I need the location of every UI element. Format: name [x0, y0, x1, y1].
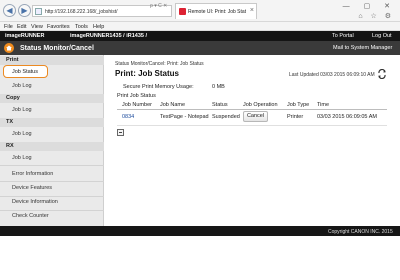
breadcrumb: Status Monitor/Cancel: Print: Job Status: [115, 61, 204, 67]
sidebar-item-device-information[interactable]: Device Information: [12, 199, 58, 205]
column-header-status: Status: [212, 102, 228, 108]
menu-favorites[interactable]: Favorites: [47, 24, 70, 30]
sidebar-item-tx-job-log[interactable]: Job Log: [12, 131, 32, 137]
sidebar-item-label: Job Status: [12, 69, 38, 75]
menu-tools[interactable]: Tools: [75, 24, 88, 30]
column-header-job-operation: Job Operation: [243, 102, 278, 108]
url-text: http://192.168.222.168/_jobshist/: [45, 9, 118, 15]
section-header: Status Monitor/Cancel Mail to System Man…: [0, 41, 400, 55]
cancel-job-button[interactable]: Cancel: [243, 111, 268, 122]
column-header-job-name: Job Name: [160, 102, 186, 108]
back-button[interactable]: ◀: [3, 4, 16, 17]
page-icon: [35, 8, 42, 15]
sidebar-item-copy-job-log[interactable]: Job Log: [12, 107, 32, 113]
refresh-icon[interactable]: [377, 68, 387, 80]
job-number-link[interactable]: 0834: [122, 114, 134, 120]
sidebar: Print Job Status Job Log Copy Job Log TX…: [0, 55, 104, 226]
sidebar-item-job-status[interactable]: Job Status: [3, 65, 48, 78]
memory-usage-label: Secure Print Memory Usage:: [123, 84, 194, 90]
menu-view[interactable]: View: [31, 24, 43, 30]
divider: [0, 181, 104, 182]
browser-tab[interactable]: Remote UI: Print: Job Status... ×: [175, 3, 257, 19]
divider: [117, 125, 387, 126]
job-status-cell: Suspended: [212, 114, 240, 120]
sidebar-category-rx: RX: [0, 142, 104, 151]
sidebar-category-tx: TX: [0, 118, 104, 127]
tab-close-icon[interactable]: ×: [250, 7, 254, 14]
sidebar-item-error-information[interactable]: Error Information: [12, 171, 53, 177]
canon-favicon-icon: [179, 8, 186, 15]
copyright-text: Copyright CANON INC. 2015: [328, 228, 393, 235]
sidebar-item-check-counter[interactable]: Check Counter: [12, 213, 49, 219]
menu-help[interactable]: Help: [93, 24, 104, 30]
job-name-cell: TestPage - Notepad: [160, 114, 209, 120]
page-title: Print: Job Status: [115, 69, 180, 78]
home-icon[interactable]: [4, 43, 14, 53]
column-header-job-type: Job Type: [287, 102, 310, 108]
divider: [0, 196, 104, 197]
to-portal-link[interactable]: To Portal: [332, 33, 354, 39]
brand-name: imageRUNNER: [5, 33, 45, 39]
divider: [0, 165, 104, 166]
mail-admin-link[interactable]: Mail to System Manager: [333, 45, 392, 51]
last-updated-text: Last Updated 03/03 2015 06:09:10 AM: [289, 72, 375, 78]
print-icon[interactable]: [117, 129, 124, 136]
sidebar-item-device-features[interactable]: Device Features: [12, 185, 52, 191]
memory-usage-value: 0 MB: [212, 84, 225, 90]
forward-button[interactable]: ▶: [18, 4, 31, 17]
tab-title: Remote UI: Print: Job Status...: [188, 9, 246, 15]
sidebar-category-print: Print: [0, 56, 104, 65]
sidebar-item-print-job-log[interactable]: Job Log: [12, 83, 32, 89]
footer: Copyright CANON INC. 2015: [0, 226, 400, 236]
job-type-cell: Printer: [287, 114, 304, 120]
page-bottom: [0, 236, 400, 280]
main-content: Status Monitor/Cancel: Print: Job Status…: [105, 55, 400, 226]
window-controls[interactable]: — ▢ ✕: [343, 2, 396, 10]
job-time-cell: 03/03 2015 06:09:05 AM: [317, 114, 377, 120]
print-job-status-heading: Print Job Status: [117, 93, 156, 99]
browser-tools-icons[interactable]: ⌂ ☆ ⚙: [358, 12, 394, 20]
browser-titlebar: ◀ ▶ http://192.168.222.168/_jobshist/ ρ …: [0, 0, 400, 22]
divider: [0, 210, 104, 211]
column-header-job-number: Job Number: [122, 102, 152, 108]
menu-bar: File Edit View Favorites Tools Help: [0, 22, 400, 31]
device-name: imageRUNNER1435 / iR1435 /: [70, 33, 148, 39]
menu-edit[interactable]: Edit: [17, 24, 26, 30]
sidebar-item-rx-job-log[interactable]: Job Log: [12, 155, 32, 161]
logout-link[interactable]: Log Out: [372, 33, 392, 39]
address-bar-icons[interactable]: ρ ▾ C ✕: [150, 3, 167, 9]
page-section-title: Status Monitor/Cancel: [20, 44, 94, 52]
menu-file[interactable]: File: [4, 24, 13, 30]
sidebar-category-copy: Copy: [0, 94, 104, 103]
top-header: imageRUNNER imageRUNNER1435 / iR1435 / T…: [0, 31, 400, 41]
column-header-time: Time: [317, 102, 330, 108]
divider: [117, 109, 387, 110]
